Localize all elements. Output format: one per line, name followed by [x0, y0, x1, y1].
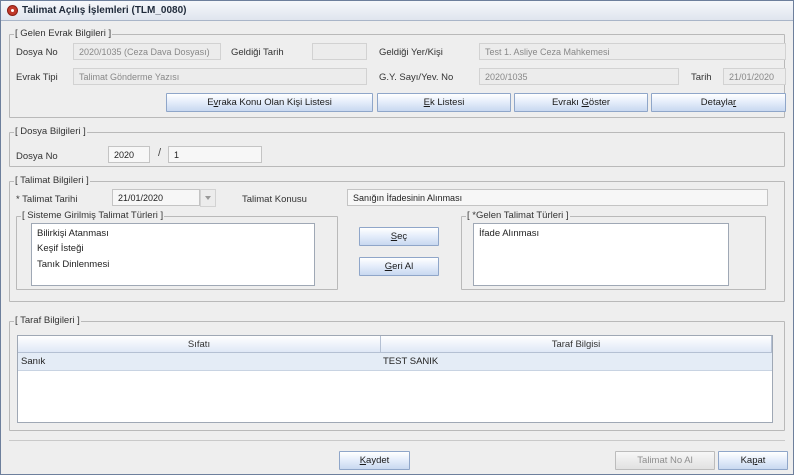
dosya-no-label: Dosya No: [16, 47, 58, 58]
kaydet-button[interactable]: Kaydet: [339, 451, 410, 470]
footer-divider: [9, 440, 785, 441]
detaylar-button[interactable]: Detaylar: [651, 93, 786, 112]
taraf-bilgileri-title: [ Taraf Bilgileri ]: [14, 315, 81, 326]
cell-taraf-bilgisi: TEST SANIK: [383, 356, 439, 367]
dosya-no-field[interactable]: 2020/1035 (Ceza Dava Dosyası): [73, 43, 221, 60]
list-item[interactable]: İfade Alınması: [479, 228, 539, 239]
title-bar: Talimat Açılış İşlemleri (TLM_0080): [1, 1, 793, 21]
gy-sayi-label: G.Y. Sayı/Yev. No: [379, 72, 454, 83]
chevron-down-icon[interactable]: [200, 189, 216, 207]
tarih-label: Tarih: [691, 72, 712, 83]
geldigi-yer-label: Geldiği Yer/Kişi: [379, 47, 443, 58]
talimat-bilgileri-title: [ Talimat Bilgileri ]: [14, 175, 90, 186]
talimat-window: Talimat Açılış İşlemleri (TLM_0080) [ Ge…: [0, 0, 794, 475]
evraka-konu-olan-kisi-button[interactable]: Evraka Konu Olan Kişi Listesi: [166, 93, 373, 112]
dosya-no-separator: /: [158, 147, 162, 159]
gelen-turleri-list[interactable]: İfade Alınması: [473, 223, 729, 286]
evrak-tipi-label: Evrak Tipi: [16, 72, 58, 83]
taraf-table[interactable]: Sıfatı Taraf Bilgisi Sanık TEST SANIK: [17, 335, 773, 423]
sec-button[interactable]: Seç: [359, 227, 439, 246]
tarih-field[interactable]: 21/01/2020: [723, 68, 786, 85]
ek-listesi-button[interactable]: Ek Listesi: [377, 93, 511, 112]
dosya-bilgileri-title: [ Dosya Bilgileri ]: [14, 126, 87, 137]
geri-al-button[interactable]: Geri Al: [359, 257, 439, 276]
evraki-goster-button[interactable]: Evrakı Göster: [514, 93, 648, 112]
geldigi-tarih-label: Geldiği Tarih: [231, 47, 284, 58]
gelen-evrak-title: [ Gelen Evrak Bilgileri ]: [14, 28, 113, 39]
gy-sayi-field[interactable]: 2020/1035: [479, 68, 679, 85]
dosya-yil-field[interactable]: 2020: [108, 146, 150, 163]
window-title: Talimat Açılış İşlemleri (TLM_0080): [22, 5, 187, 16]
talimat-konusu-label: Talimat Konusu: [242, 194, 307, 205]
kapat-button[interactable]: Kapat: [718, 451, 788, 470]
cell-sifati: Sanık: [21, 356, 46, 367]
list-item[interactable]: Bilirkişi Atanması: [37, 228, 109, 239]
sistem-turleri-title: [ Sisteme Girilmiş Talimat Türleri ]: [21, 210, 165, 221]
talimat-konusu-field[interactable]: Sanığın İfadesinin Alınması: [347, 189, 768, 206]
gelen-turleri-title: [ *Gelen Talimat Türleri ]: [466, 210, 570, 221]
list-item[interactable]: Tanık Dinlenmesi: [37, 259, 109, 270]
list-item[interactable]: Keşif İsteği: [37, 243, 83, 254]
evrak-tipi-field[interactable]: Talimat Gönderme Yazısı: [73, 68, 367, 85]
app-icon: [7, 5, 18, 16]
geldigi-tarih-field[interactable]: [312, 43, 367, 60]
dosya-sira-field[interactable]: 1: [168, 146, 262, 163]
geldigi-yer-field[interactable]: Test 1. Asliye Ceza Mahkemesi: [479, 43, 786, 60]
talimat-no-al-button[interactable]: Talimat No Al: [615, 451, 715, 470]
talimat-tarihi-label: * Talimat Tarihi: [16, 194, 78, 205]
sistem-turleri-list[interactable]: Bilirkişi Atanması Keşif İsteği Tanık Di…: [31, 223, 315, 286]
column-header-sifati[interactable]: Sıfatı: [18, 336, 381, 353]
talimat-tarihi-field[interactable]: 21/01/2020: [112, 189, 200, 206]
column-header-taraf-bilgisi[interactable]: Taraf Bilgisi: [381, 336, 772, 353]
dosya-no-label-2: Dosya No: [16, 151, 58, 162]
